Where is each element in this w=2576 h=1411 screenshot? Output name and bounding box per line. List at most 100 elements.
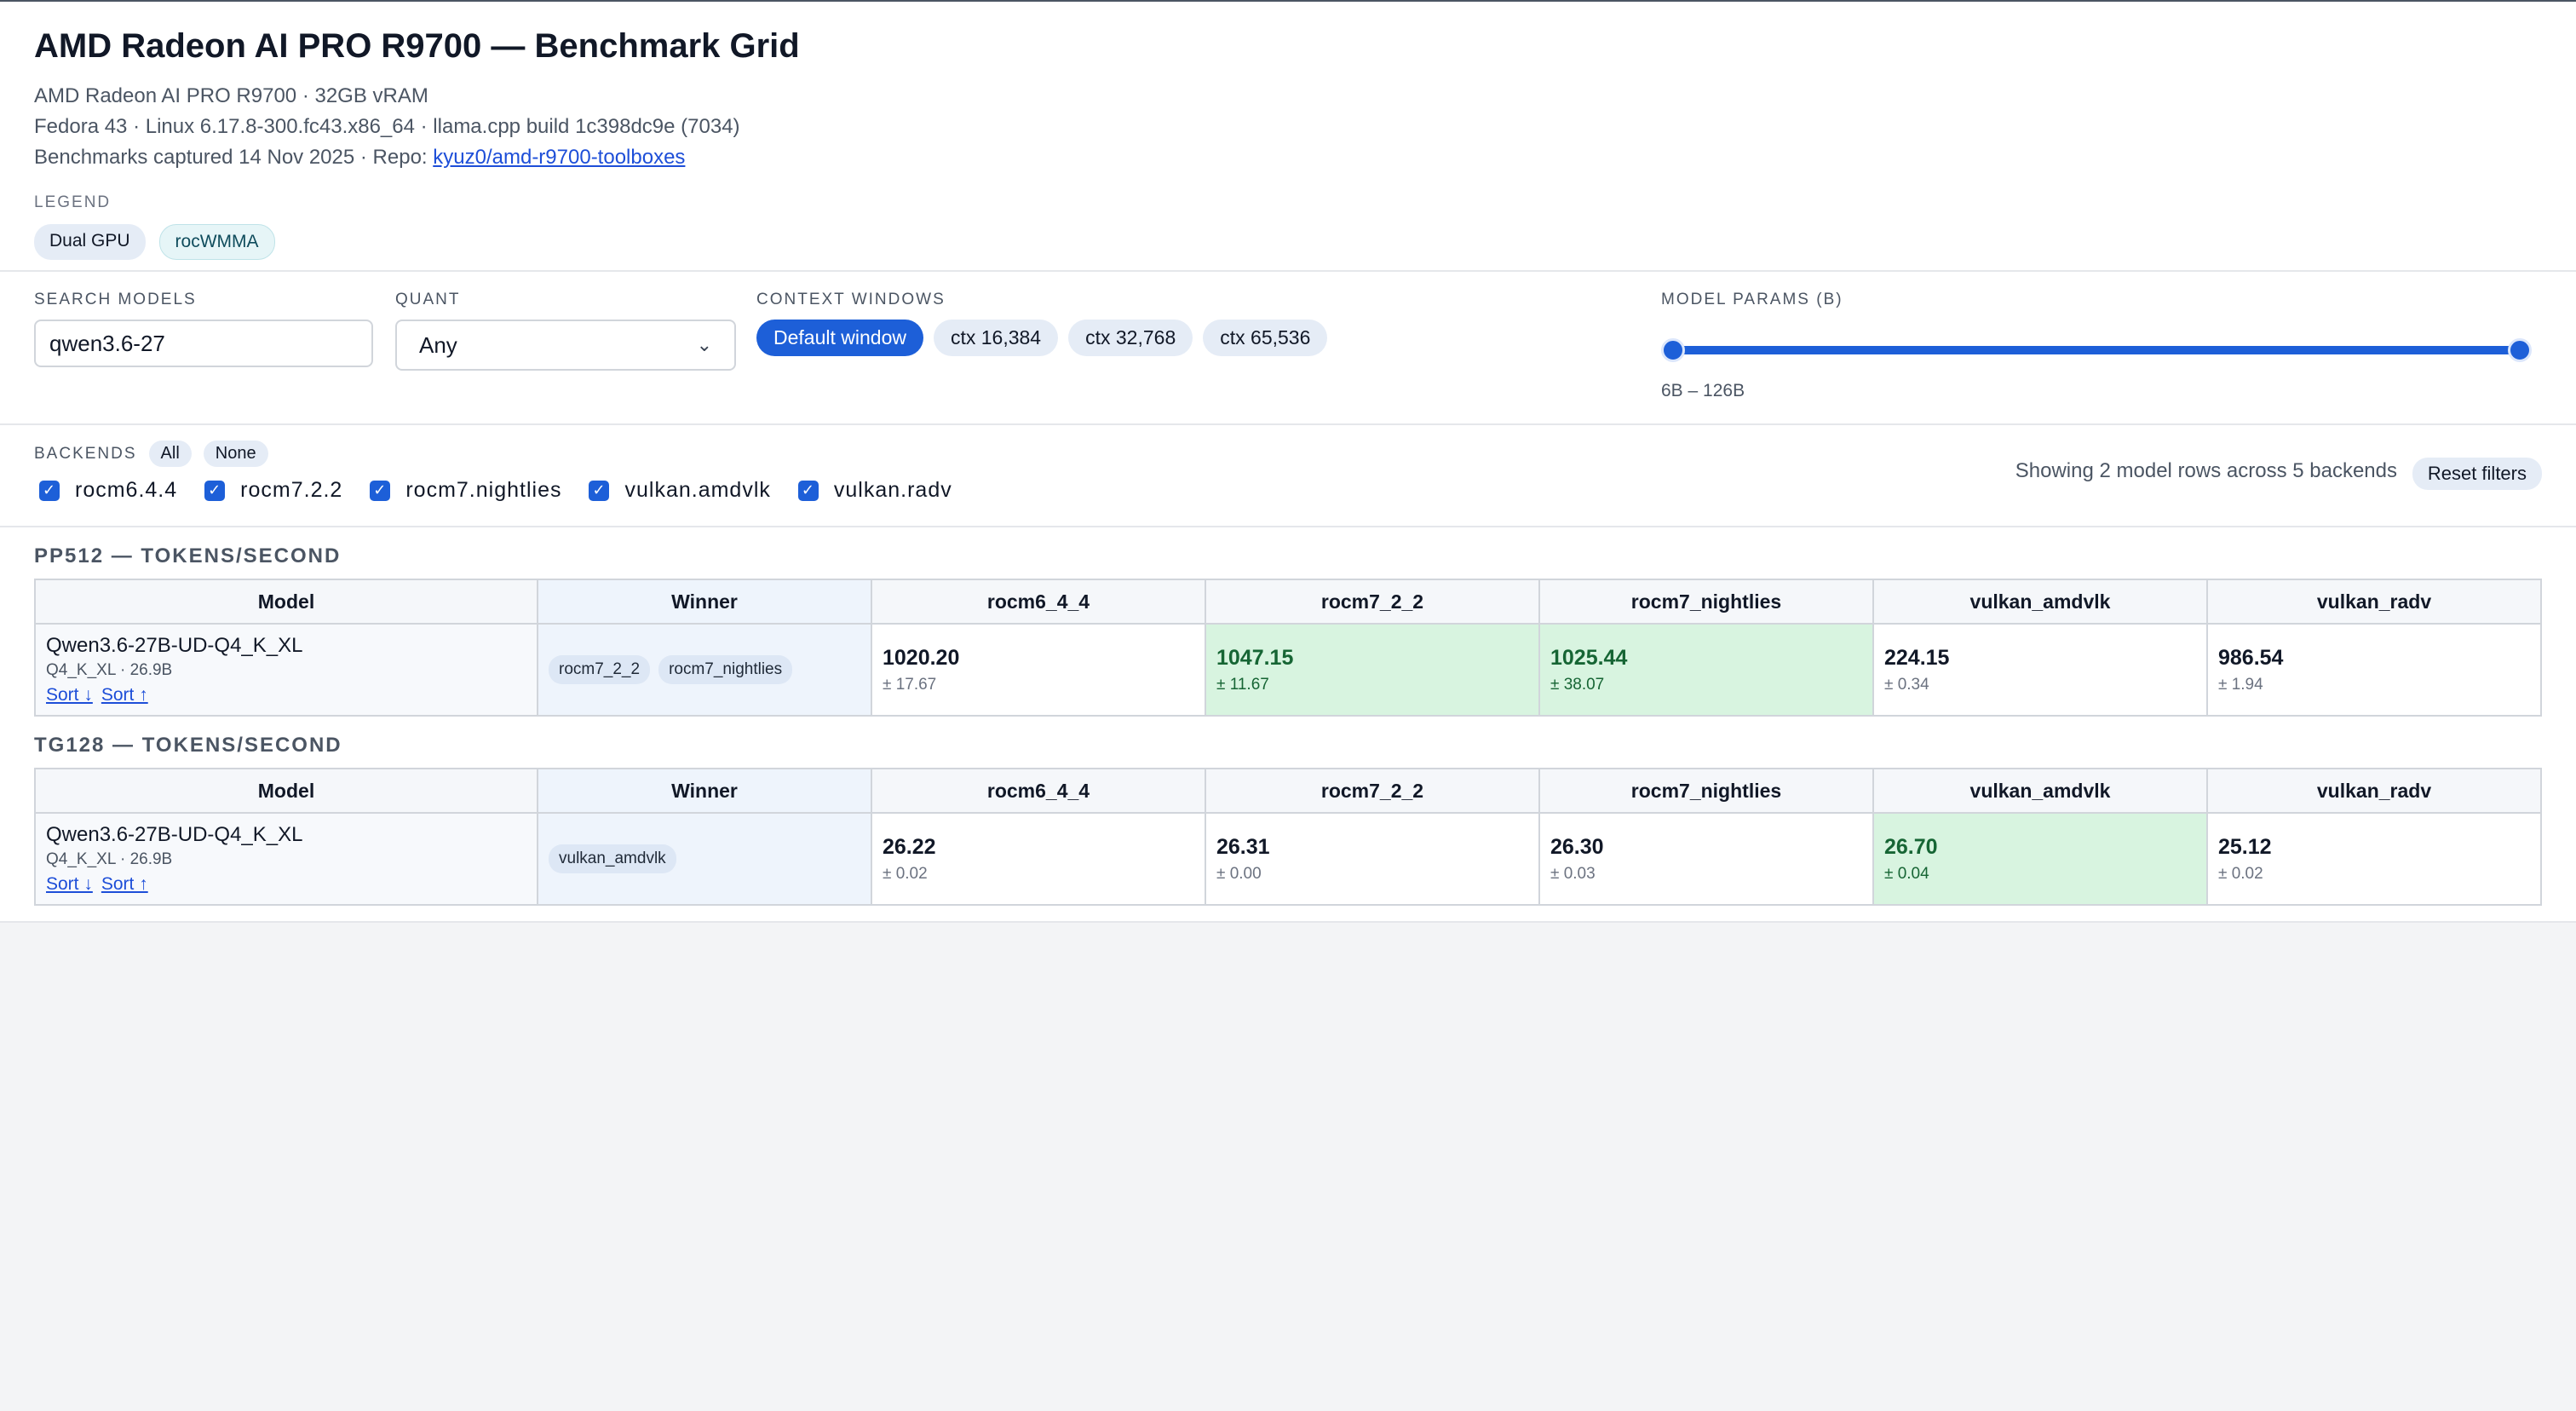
backend-checkbox-vulkan-radv[interactable]: ✓ vulkan.radv [797, 478, 952, 503]
winner-badge: vulkan_amdvlk [549, 844, 676, 873]
repo-link[interactable]: kyuz0/amd-r9700-toolboxes [433, 146, 685, 169]
sort-desc-link[interactable]: Sort ↓ [46, 874, 93, 894]
value: 26.30 [1550, 834, 1604, 859]
backends-none-button[interactable]: None [203, 441, 268, 467]
value: 26.22 [883, 834, 936, 859]
winner-badge: rocm7_2_2 [549, 655, 651, 684]
backend-checkbox-rocm722[interactable]: ✓ rocm7.2.2 [204, 478, 342, 503]
slider-min-handle[interactable] [1661, 338, 1685, 362]
column-header[interactable]: rocm7_nightlies [1538, 579, 1874, 625]
column-header[interactable]: vulkan_amdvlk [1872, 579, 2208, 625]
pp512-section: PP512 — TOKENS/SECOND Model Winner rocm6… [0, 544, 2576, 717]
backend-checkbox-rocm7-nightlies[interactable]: ✓ rocm7.nightlies [370, 478, 561, 503]
value: 1020.20 [883, 645, 960, 670]
value: 26.70 [1884, 834, 1938, 859]
column-header[interactable]: vulkan_amdvlk [1872, 768, 2208, 814]
value-cell: 1020.20 ± 17.67 [871, 623, 1206, 717]
value: 1025.44 [1550, 645, 1628, 670]
quant-select[interactable]: Any ⌄ [395, 320, 736, 371]
params-slider[interactable] [1661, 338, 2532, 362]
column-header[interactable]: rocm6_4_4 [871, 768, 1206, 814]
sort-asc-link[interactable]: Sort ↑ [101, 685, 148, 705]
value-cell: 986.54 ± 1.94 [2206, 623, 2542, 717]
sort-asc-link[interactable]: Sort ↑ [101, 874, 148, 894]
column-header[interactable]: vulkan_radv [2206, 768, 2542, 814]
column-header: Model [34, 768, 538, 814]
context-label: CONTEXT WINDOWS [756, 291, 946, 308]
pp512-table: Model Winner rocm6_4_4 rocm7_2_2 rocm7_n… [34, 579, 2542, 717]
backend-label: vulkan.amdvlk [624, 478, 771, 502]
value-cell-winner: 1025.44 ± 38.07 [1538, 623, 1874, 717]
capture-info: Benchmarks captured 14 Nov 2025 · Repo: … [34, 142, 2542, 173]
backends-label: BACKENDS [34, 444, 137, 463]
page: AMD Radeon AI PRO R9700 — Benchmark Grid… [0, 0, 2576, 923]
context-32768-button[interactable]: ctx 32,768 [1068, 320, 1193, 356]
legend-label: LEGEND [34, 193, 112, 211]
results-count: Showing 2 model rows across 5 backends [2015, 459, 2397, 482]
value: 986.54 [2218, 645, 2284, 670]
value-cell: 25.12 ± 0.02 [2206, 812, 2542, 906]
backend-checkbox-rocm644[interactable]: ✓ rocm6.4.4 [39, 478, 177, 503]
slider-track [1670, 346, 2523, 354]
backend-checkboxes: ✓ rocm6.4.4 ✓ rocm7.2.2 ✓ rocm7.nightlies ✓… [39, 478, 952, 503]
model-cell: Qwen3.6-27B-UD-Q4_K_XL Q4_K_XL · 26.9B S… [34, 812, 538, 906]
column-header[interactable]: rocm7_2_2 [1205, 768, 1540, 814]
error: ± 1.94 [2218, 675, 2263, 694]
value-cell: 26.30 ± 0.03 [1538, 812, 1874, 906]
checkmark-icon: ✓ [797, 480, 819, 501]
params-range-text: 6B – 126B [1661, 381, 1745, 400]
reset-filters-button[interactable]: Reset filters [2412, 458, 2542, 490]
table-row: Qwen3.6-27B-UD-Q4_K_XL Q4_K_XL · 26.9B S… [34, 812, 2542, 906]
capture-text: Benchmarks captured 14 Nov 2025 · Repo: [34, 146, 434, 169]
tg128-section: TG128 — TOKENS/SECOND Model Winner rocm6… [0, 734, 2576, 921]
column-header[interactable]: rocm6_4_4 [871, 579, 1206, 625]
backend-label: rocm7.2.2 [240, 478, 343, 502]
error: ± 0.02 [883, 864, 928, 883]
value: 26.31 [1216, 834, 1270, 859]
legend-rocwmma: rocWMMA [158, 224, 275, 260]
column-header[interactable]: vulkan_radv [2206, 579, 2542, 625]
model-name: Qwen3.6-27B-UD-Q4_K_XL [46, 634, 303, 657]
checkmark-icon: ✓ [589, 480, 610, 501]
error: ± 0.02 [2218, 864, 2263, 883]
context-default-button[interactable]: Default window [756, 320, 923, 356]
backends-all-button[interactable]: All [148, 441, 192, 467]
chevron-down-icon: ⌄ [696, 334, 712, 355]
error: ± 0.34 [1884, 675, 1929, 694]
section-title: PP512 — TOKENS/SECOND [34, 544, 342, 567]
page-title: AMD Radeon AI PRO R9700 — Benchmark Grid [34, 27, 800, 65]
context-16384-button[interactable]: ctx 16,384 [933, 320, 1059, 356]
column-header[interactable]: rocm7_nightlies [1538, 768, 1874, 814]
checkmark-icon: ✓ [370, 480, 391, 501]
backend-checkbox-vulkan-amdvlk[interactable]: ✓ vulkan.amdvlk [589, 478, 770, 503]
sort-desc-link[interactable]: Sort ↓ [46, 685, 93, 705]
system-info: Fedora 43 · Linux 6.17.8-300.fc43.x86_64… [34, 115, 740, 138]
column-header: Winner [537, 768, 872, 814]
search-input[interactable] [34, 320, 373, 367]
value: 25.12 [2218, 834, 2272, 859]
value-cell: 224.15 ± 0.34 [1872, 623, 2208, 717]
quant-label: QUANT [395, 291, 461, 308]
winner-cell: rocm7_2_2 rocm7_nightlies [537, 623, 872, 717]
value-cell-winner: 1047.15 ± 11.67 [1205, 623, 1540, 717]
tg128-table: Model Winner rocm6_4_4 rocm7_2_2 rocm7_n… [34, 768, 2542, 906]
model-sub: Q4_K_XL · 26.9B [46, 850, 173, 868]
slider-max-handle[interactable] [2508, 338, 2532, 362]
column-header[interactable]: rocm7_2_2 [1205, 579, 1540, 625]
legend: Dual GPU rocWMMA [34, 224, 2542, 260]
context-65536-button[interactable]: ctx 65,536 [1203, 320, 1328, 356]
model-cell: Qwen3.6-27B-UD-Q4_K_XL Q4_K_XL · 26.9B S… [34, 623, 538, 717]
error: ± 0.03 [1550, 864, 1596, 883]
model-name: Qwen3.6-27B-UD-Q4_K_XL [46, 823, 303, 846]
error: ± 17.67 [883, 675, 937, 694]
value-cell: 26.31 ± 0.00 [1205, 812, 1540, 906]
error: ± 0.04 [1884, 864, 1929, 883]
error: ± 0.00 [1216, 864, 1262, 883]
table-header-row: Model Winner rocm6_4_4 rocm7_2_2 rocm7_n… [34, 579, 2542, 625]
model-sub: Q4_K_XL · 26.9B [46, 661, 173, 679]
checkmark-icon: ✓ [204, 480, 226, 501]
error: ± 38.07 [1550, 675, 1605, 694]
error: ± 11.67 [1216, 675, 1269, 694]
backends-bar: BACKENDS All None ✓ rocm6.4.4 ✓ rocm7.2.2 … [0, 425, 2576, 526]
backend-label: vulkan.radv [833, 478, 952, 502]
